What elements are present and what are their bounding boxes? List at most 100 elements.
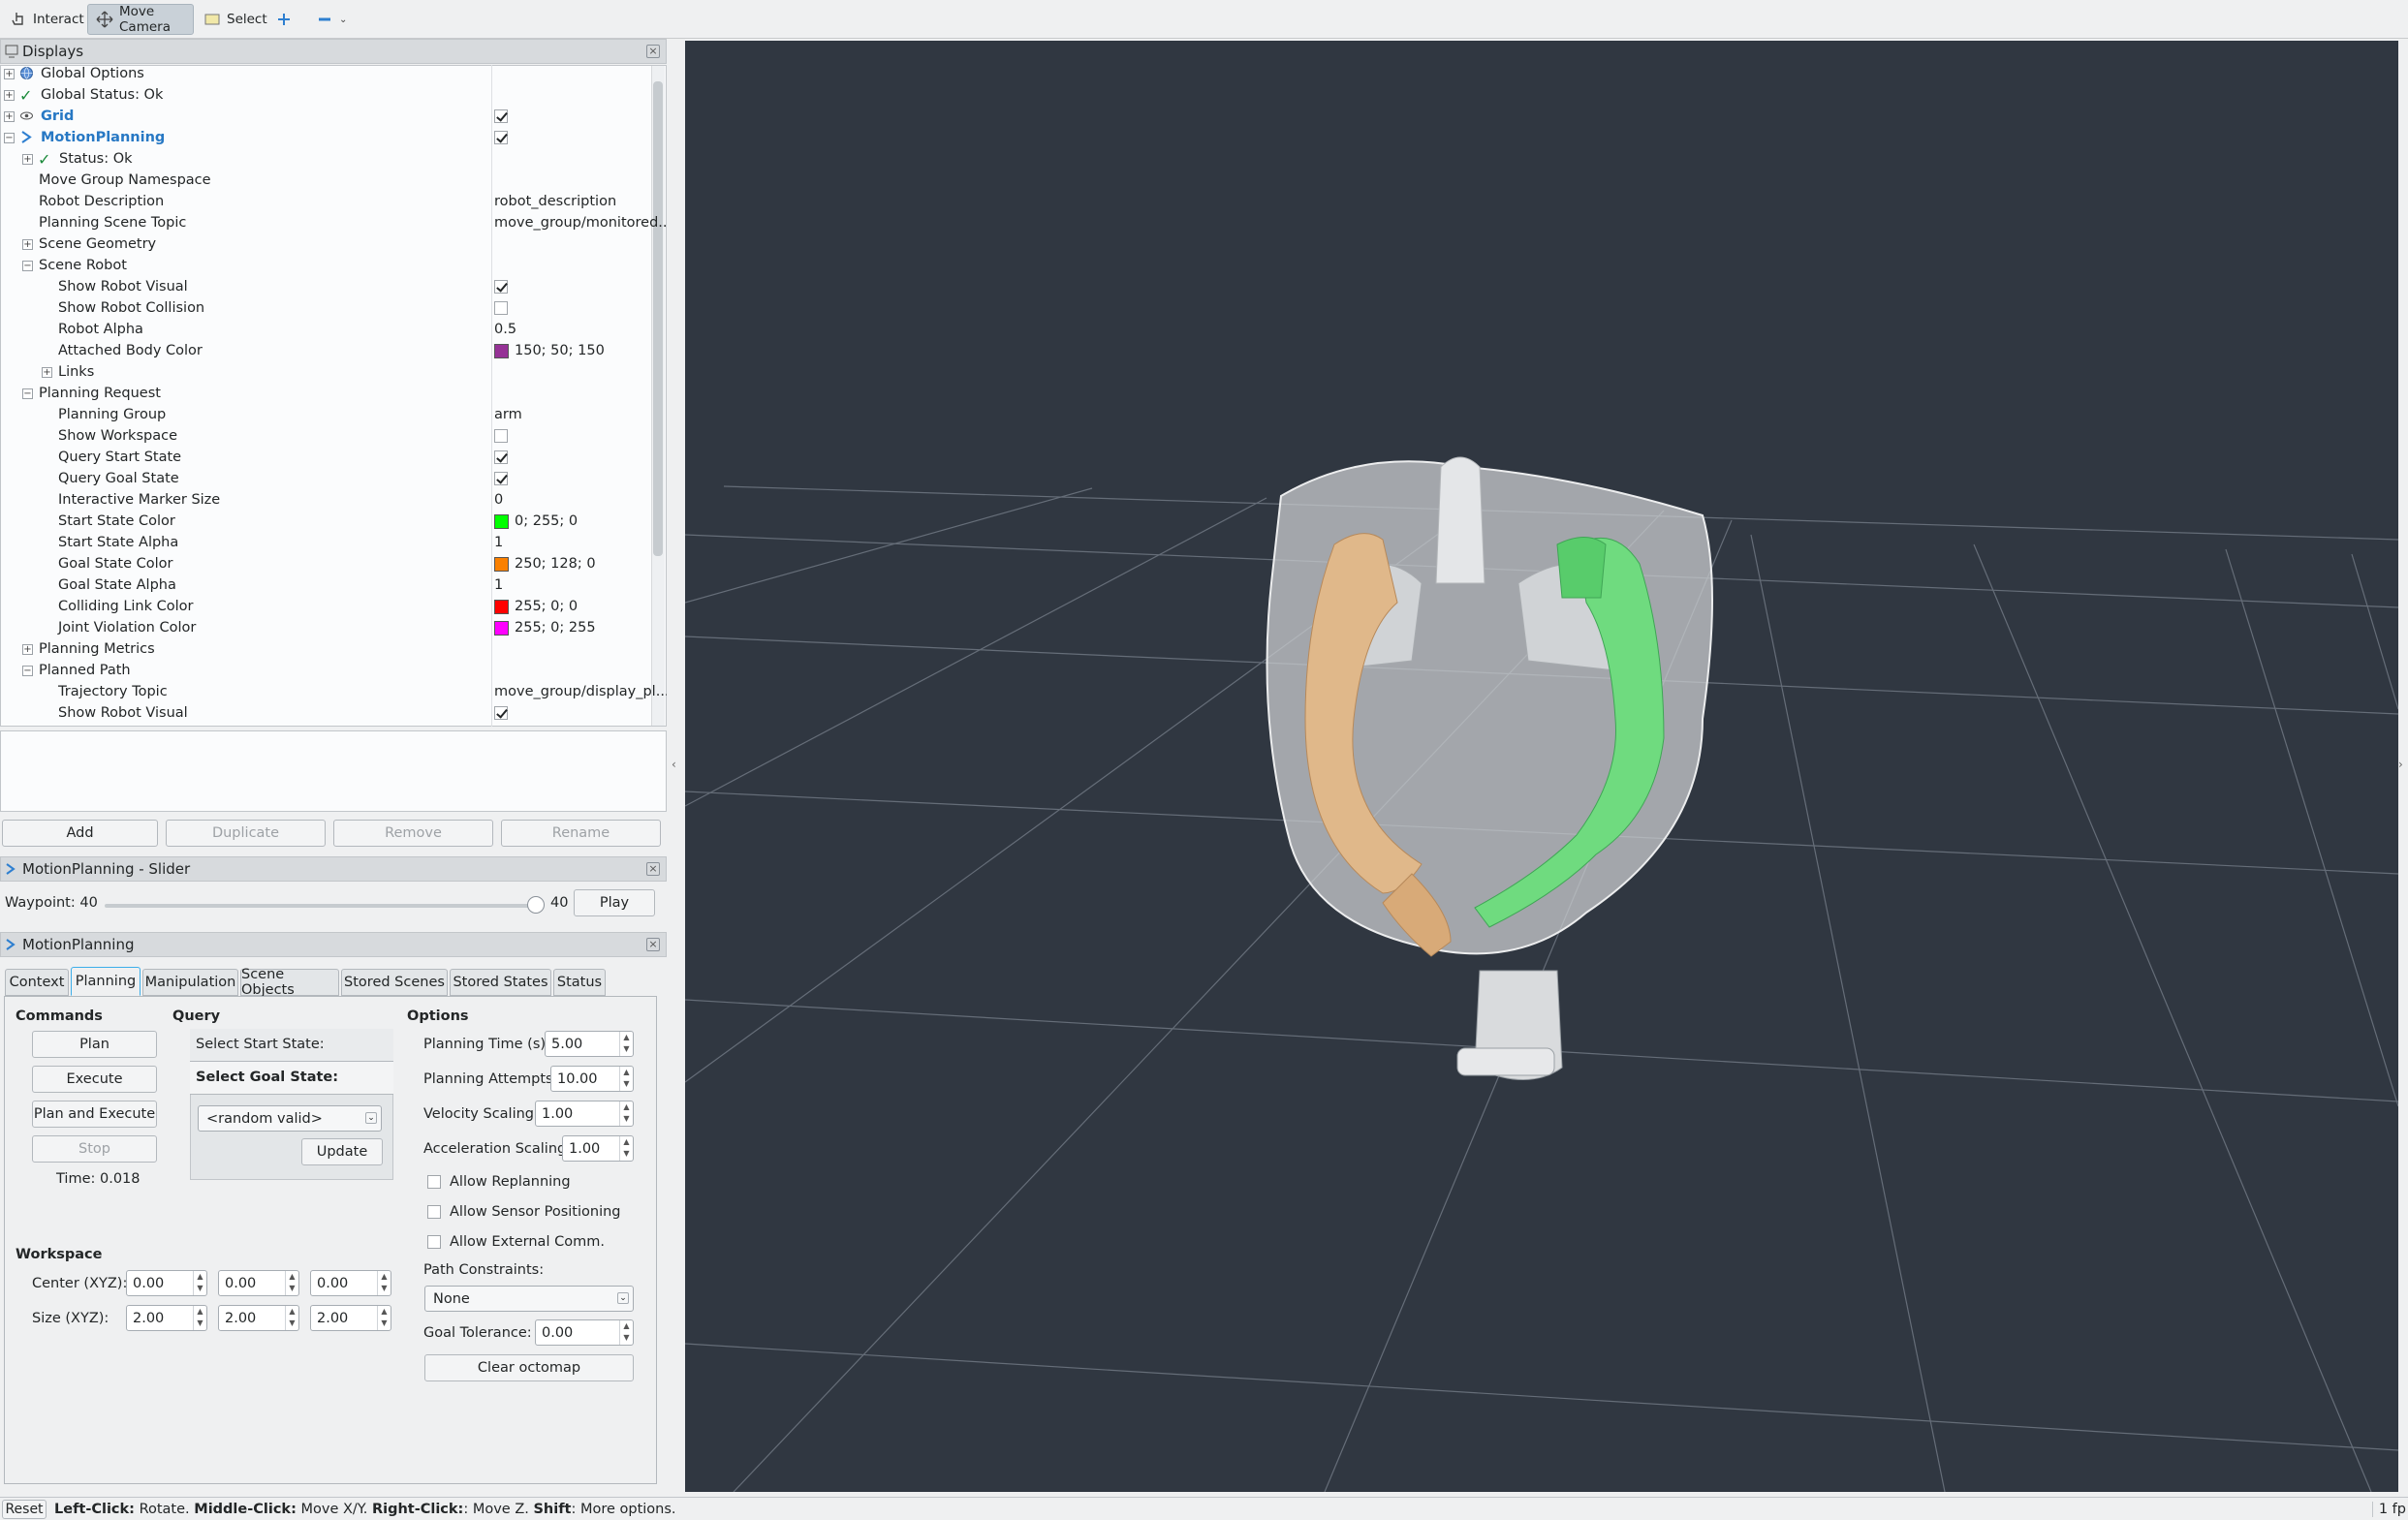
allow-sensor-positioning-checkbox[interactable]: Allow Sensor Positioning bbox=[427, 1204, 621, 1220]
tree-row-value[interactable]: 1 bbox=[494, 535, 503, 550]
tree-row-value[interactable]: 0 bbox=[494, 492, 503, 508]
tree-row-motionplanning[interactable]: − MotionPlanning bbox=[0, 127, 651, 148]
update-button[interactable]: Update bbox=[301, 1138, 383, 1165]
tab-stored-states[interactable]: Stored States bbox=[450, 969, 551, 996]
tree-row-global-status[interactable]: + ✓ Global Status: Ok bbox=[0, 84, 651, 106]
remove-display-button[interactable]: Remove bbox=[333, 820, 493, 847]
play-button[interactable]: Play bbox=[574, 889, 655, 916]
3d-viewport[interactable] bbox=[685, 41, 2398, 1492]
tree-row-show-robot-collision[interactable]: Show Robot Collision bbox=[0, 297, 651, 319]
tree-row-value[interactable] bbox=[494, 429, 508, 443]
interact-tool-button[interactable]: Interact bbox=[2, 4, 92, 35]
color-swatch[interactable] bbox=[494, 556, 509, 572]
spinner-arrows-icon[interactable]: ▲ ▼ bbox=[619, 1136, 633, 1161]
tree-row-query-goal-state[interactable]: Query Goal State bbox=[0, 468, 651, 489]
tree-row-value[interactable]: move_group/display_pl... bbox=[494, 684, 670, 699]
tab-status[interactable]: Status bbox=[553, 969, 606, 996]
tree-row-robot-description[interactable]: Robot Description robot_description bbox=[0, 191, 651, 212]
tree-row-global-options[interactable]: + Global Options bbox=[0, 63, 651, 84]
expand-icon[interactable]: + bbox=[42, 366, 52, 378]
close-icon[interactable]: × bbox=[646, 45, 660, 58]
tree-row-value[interactable] bbox=[494, 280, 508, 294]
goal-tolerance-input[interactable]: 0.00 ▲ ▼ bbox=[535, 1319, 634, 1346]
expand-icon[interactable]: + bbox=[22, 643, 33, 655]
allow-external-comm-checkbox[interactable]: Allow External Comm. bbox=[427, 1234, 605, 1250]
collapse-icon[interactable]: − bbox=[4, 132, 15, 143]
collapse-icon[interactable]: − bbox=[22, 665, 33, 676]
tree-row-planning-group[interactable]: Planning Group arm bbox=[0, 404, 651, 425]
select-goal-state-header[interactable]: Select Goal State: bbox=[190, 1062, 393, 1095]
chevron-left-icon[interactable]: ‹ bbox=[672, 758, 676, 771]
checkbox[interactable] bbox=[494, 472, 508, 485]
planning-time-input[interactable]: 5.00 ▲ ▼ bbox=[545, 1031, 634, 1057]
tree-row-value[interactable]: 0; 255; 0 bbox=[494, 513, 578, 529]
dock-splitter[interactable]: ‹ bbox=[667, 41, 685, 1492]
tree-row-start-state-color[interactable]: Start State Color 0; 255; 0 bbox=[0, 511, 651, 532]
move-camera-tool-button[interactable]: Move Camera bbox=[87, 4, 194, 35]
spinner-arrows-icon[interactable]: ▲ ▼ bbox=[619, 1032, 633, 1056]
size-z-input[interactable]: 2.00 ▲ ▼ bbox=[310, 1305, 391, 1331]
tree-row-value[interactable] bbox=[494, 301, 508, 315]
stop-button[interactable]: Stop bbox=[32, 1135, 157, 1163]
color-swatch[interactable] bbox=[494, 599, 509, 614]
spinner-arrows-icon[interactable]: ▲ ▼ bbox=[285, 1271, 298, 1295]
expand-icon[interactable]: + bbox=[4, 110, 15, 122]
center-z-input[interactable]: 0.00 ▲ ▼ bbox=[310, 1270, 391, 1296]
tab-manipulation[interactable]: Manipulation bbox=[142, 969, 238, 996]
tree-row-colliding-link-color[interactable]: Colliding Link Color 255; 0; 0 bbox=[0, 596, 651, 617]
spinner-arrows-icon[interactable]: ▲ ▼ bbox=[285, 1306, 298, 1330]
spinner-arrows-icon[interactable]: ▲ ▼ bbox=[193, 1271, 206, 1295]
tree-row-planned-path[interactable]: − Planned Path bbox=[0, 660, 651, 681]
add-display-button[interactable]: Add bbox=[2, 820, 158, 847]
tree-row-value[interactable]: arm bbox=[494, 407, 522, 422]
center-x-input[interactable]: 0.00 ▲ ▼ bbox=[126, 1270, 207, 1296]
spinner-arrows-icon[interactable]: ▲ ▼ bbox=[619, 1067, 633, 1091]
color-swatch[interactable] bbox=[494, 513, 509, 529]
spinner-arrows-icon[interactable]: ▲ ▼ bbox=[619, 1320, 633, 1345]
collapse-icon[interactable]: − bbox=[22, 260, 33, 271]
expand-icon[interactable]: + bbox=[22, 153, 33, 165]
tree-row-joint-violation-color[interactable]: Joint Violation Color 255; 0; 255 bbox=[0, 617, 651, 638]
tree-row-planning-metrics[interactable]: + Planning Metrics bbox=[0, 638, 651, 660]
center-y-input[interactable]: 0.00 ▲ ▼ bbox=[218, 1270, 299, 1296]
tree-row-goal-state-alpha[interactable]: Goal State Alpha 1 bbox=[0, 574, 651, 596]
tree-row-value[interactable]: 150; 50; 150 bbox=[494, 343, 605, 358]
tree-row-move-group-namespace[interactable]: Move Group Namespace bbox=[0, 170, 651, 191]
expand-icon[interactable]: + bbox=[22, 238, 33, 250]
select-start-state-header[interactable]: Select Start State: bbox=[190, 1029, 393, 1062]
tab-scene-objects[interactable]: Scene Objects bbox=[240, 967, 339, 998]
tree-row-value[interactable]: robot_description bbox=[494, 194, 616, 209]
tree-scrollbar-thumb[interactable] bbox=[653, 81, 663, 556]
rename-display-button[interactable]: Rename bbox=[501, 820, 661, 847]
spinner-arrows-icon[interactable]: ▲ ▼ bbox=[377, 1306, 391, 1330]
acceleration-scaling-input[interactable]: 1.00 ▲ ▼ bbox=[562, 1135, 634, 1162]
add-tool-button[interactable] bbox=[267, 4, 300, 35]
remove-tool-dropdown[interactable]: ⌄ bbox=[308, 4, 355, 35]
spinner-arrows-icon[interactable]: ▲ ▼ bbox=[619, 1101, 633, 1126]
tree-row-interactive-marker-size[interactable]: Interactive Marker Size 0 bbox=[0, 489, 651, 511]
waypoint-slider-handle[interactable] bbox=[527, 896, 545, 914]
execute-button[interactable]: Execute bbox=[32, 1066, 157, 1093]
tree-row-start-state-alpha[interactable]: Start State Alpha 1 bbox=[0, 532, 651, 553]
waypoint-slider-track[interactable] bbox=[105, 904, 541, 908]
close-icon[interactable]: × bbox=[646, 862, 660, 876]
checkbox[interactable] bbox=[494, 109, 508, 123]
tree-row-scene-robot[interactable]: − Scene Robot bbox=[0, 255, 651, 276]
spinner-arrows-icon[interactable]: ▲ ▼ bbox=[377, 1271, 391, 1295]
color-swatch[interactable] bbox=[494, 620, 509, 636]
tree-row-scene-geometry[interactable]: + Scene Geometry bbox=[0, 233, 651, 255]
tree-row-robot-alpha[interactable]: Robot Alpha 0.5 bbox=[0, 319, 651, 340]
checkbox[interactable] bbox=[427, 1235, 441, 1249]
tab-planning[interactable]: Planning bbox=[71, 967, 141, 996]
planning-attempts-input[interactable]: 10.00 ▲ ▼ bbox=[550, 1066, 634, 1092]
tree-row-value[interactable]: 250; 128; 0 bbox=[494, 556, 596, 572]
reset-button[interactable]: Reset bbox=[2, 1499, 47, 1519]
expand-icon[interactable]: + bbox=[4, 89, 15, 101]
checkbox[interactable] bbox=[494, 131, 508, 144]
tree-row-attached-body-color[interactable]: Attached Body Color 150; 50; 150 bbox=[0, 340, 651, 361]
tree-row-value[interactable]: 1 bbox=[494, 577, 503, 593]
tree-row-value[interactable]: 0.5 bbox=[494, 322, 516, 337]
goal-state-select[interactable]: <random valid> ⌄ bbox=[198, 1105, 382, 1132]
tree-row-value[interactable]: 255; 0; 255 bbox=[494, 620, 596, 636]
spinner-arrows-icon[interactable]: ▲ ▼ bbox=[193, 1306, 206, 1330]
